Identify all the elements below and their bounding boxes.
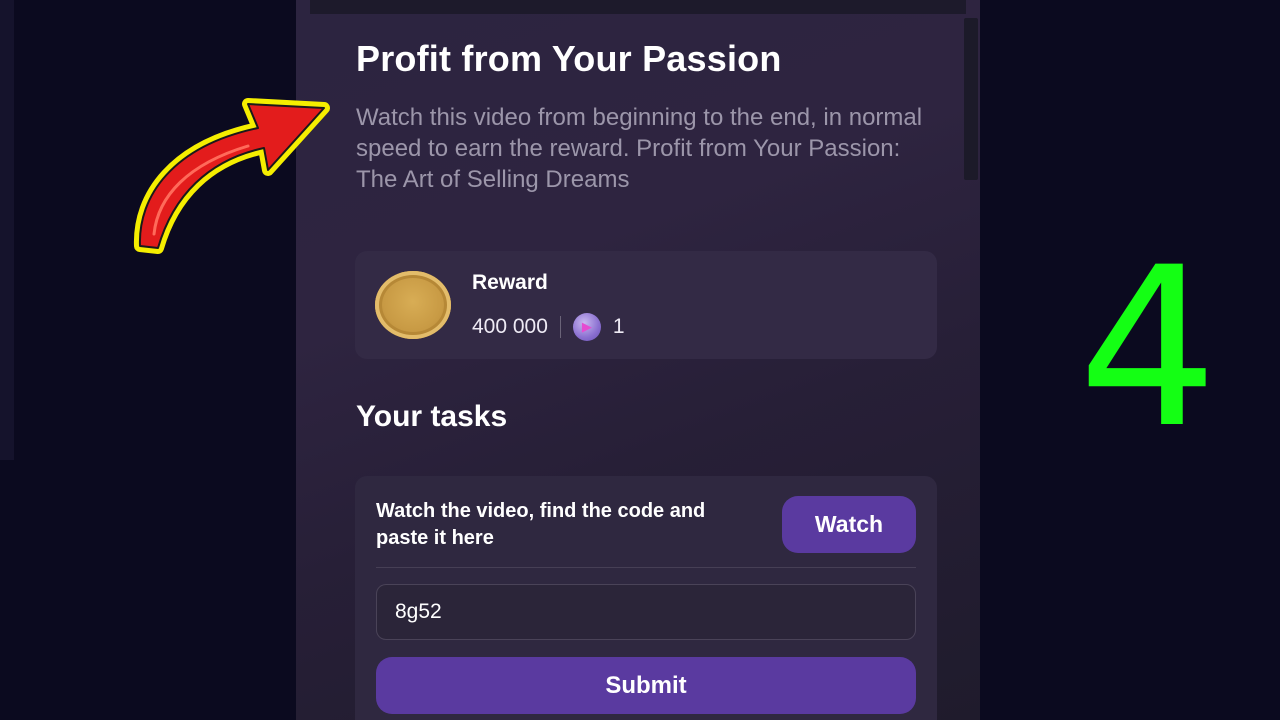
reward-amount: 400 000 (472, 315, 548, 338)
tasks-heading: Your tasks (356, 400, 508, 433)
app-screen: Profit from Your Passion Watch this vide… (296, 0, 980, 720)
page-title: Profit from Your Passion (356, 38, 782, 79)
code-input[interactable] (376, 584, 916, 640)
step-number: 4 (1078, 220, 1218, 476)
page-description: Watch this video from beginning to the e… (356, 104, 923, 193)
reward-card: Reward 400 000 ▶ 1 (355, 251, 937, 359)
coin-icon (375, 271, 451, 339)
reward-values: 400 000 ▶ 1 (472, 313, 625, 341)
reward-count: 1 (612, 315, 625, 338)
task-instruction: Watch the video, find the code and paste… (376, 500, 706, 549)
scrollbar[interactable] (964, 18, 978, 180)
divider (376, 567, 916, 568)
reward-label: Reward (472, 271, 548, 294)
curved-arrow-icon (133, 98, 330, 254)
task-card: Watch the video, find the code and paste… (355, 476, 937, 720)
watch-button[interactable]: Watch (782, 496, 916, 553)
play-icon: ▶ (572, 313, 601, 341)
background-strip (0, 0, 14, 460)
submit-button[interactable]: Submit (376, 657, 916, 714)
top-bar (310, 0, 966, 14)
separator (559, 316, 561, 338)
